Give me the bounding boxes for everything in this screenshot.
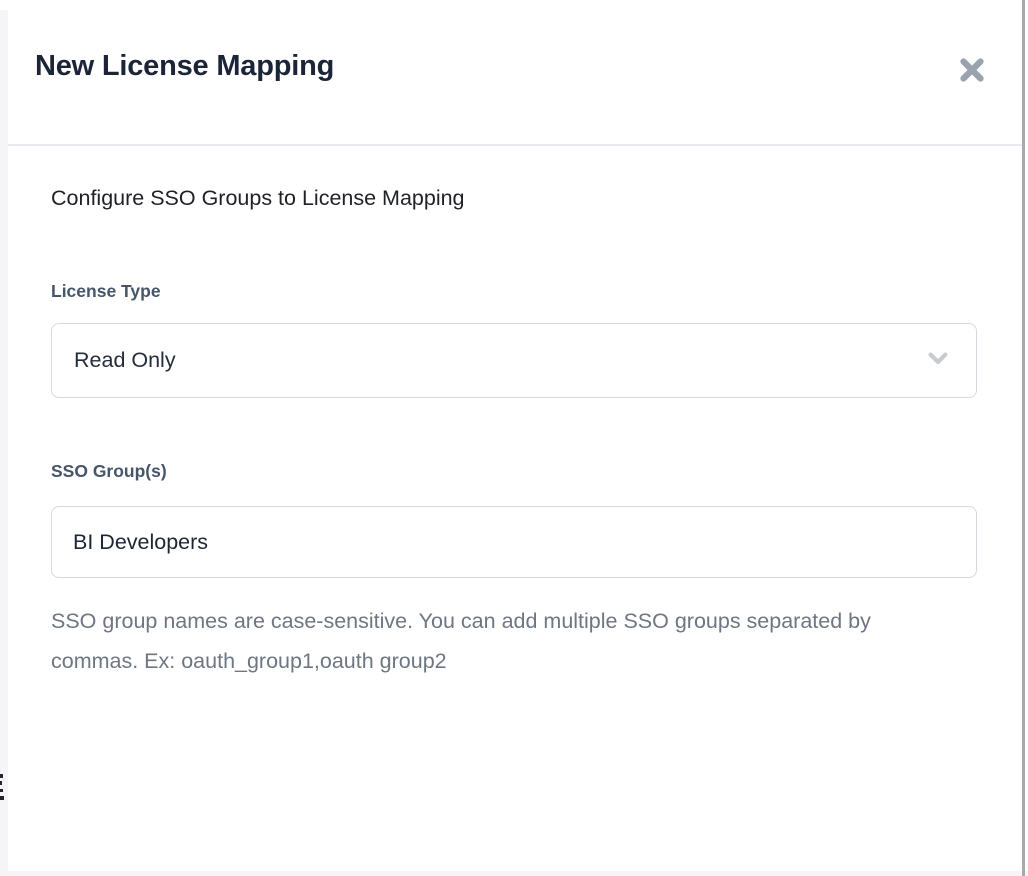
license-type-label: License Type: [51, 281, 161, 302]
page-background-bottom-strip: [0, 871, 1028, 876]
occluded-background-text-fragment: [0, 774, 3, 778]
close-x-icon: [957, 55, 987, 85]
header-divider: [8, 144, 1022, 146]
sso-groups-input[interactable]: [51, 506, 977, 578]
chevron-down-icon: [922, 342, 954, 379]
modal-title: New License Mapping: [35, 50, 334, 83]
occluded-background-text-fragment: [0, 796, 4, 800]
occluded-background-text-fragment: [0, 781, 2, 785]
window-scrollbar[interactable]: [1022, 0, 1025, 876]
license-type-select[interactable]: Read Only: [51, 323, 977, 398]
modal-subtitle: Configure SSO Groups to License Mapping: [51, 186, 465, 211]
modal-header: New License Mapping: [8, 0, 1022, 144]
sso-groups-label: SSO Group(s): [51, 461, 167, 482]
occluded-background-text-fragment: [0, 789, 3, 792]
license-type-selected-value: Read Only: [74, 348, 922, 373]
sso-groups-help-text: SSO group names are case-sensitive. You …: [51, 601, 901, 681]
close-button[interactable]: [952, 50, 992, 90]
page-background-left-strip: [0, 10, 8, 876]
new-license-mapping-modal: New License Mapping Configure SSO Groups…: [8, 0, 1022, 871]
new-license-mapping-screen: New License Mapping Configure SSO Groups…: [0, 0, 1028, 876]
